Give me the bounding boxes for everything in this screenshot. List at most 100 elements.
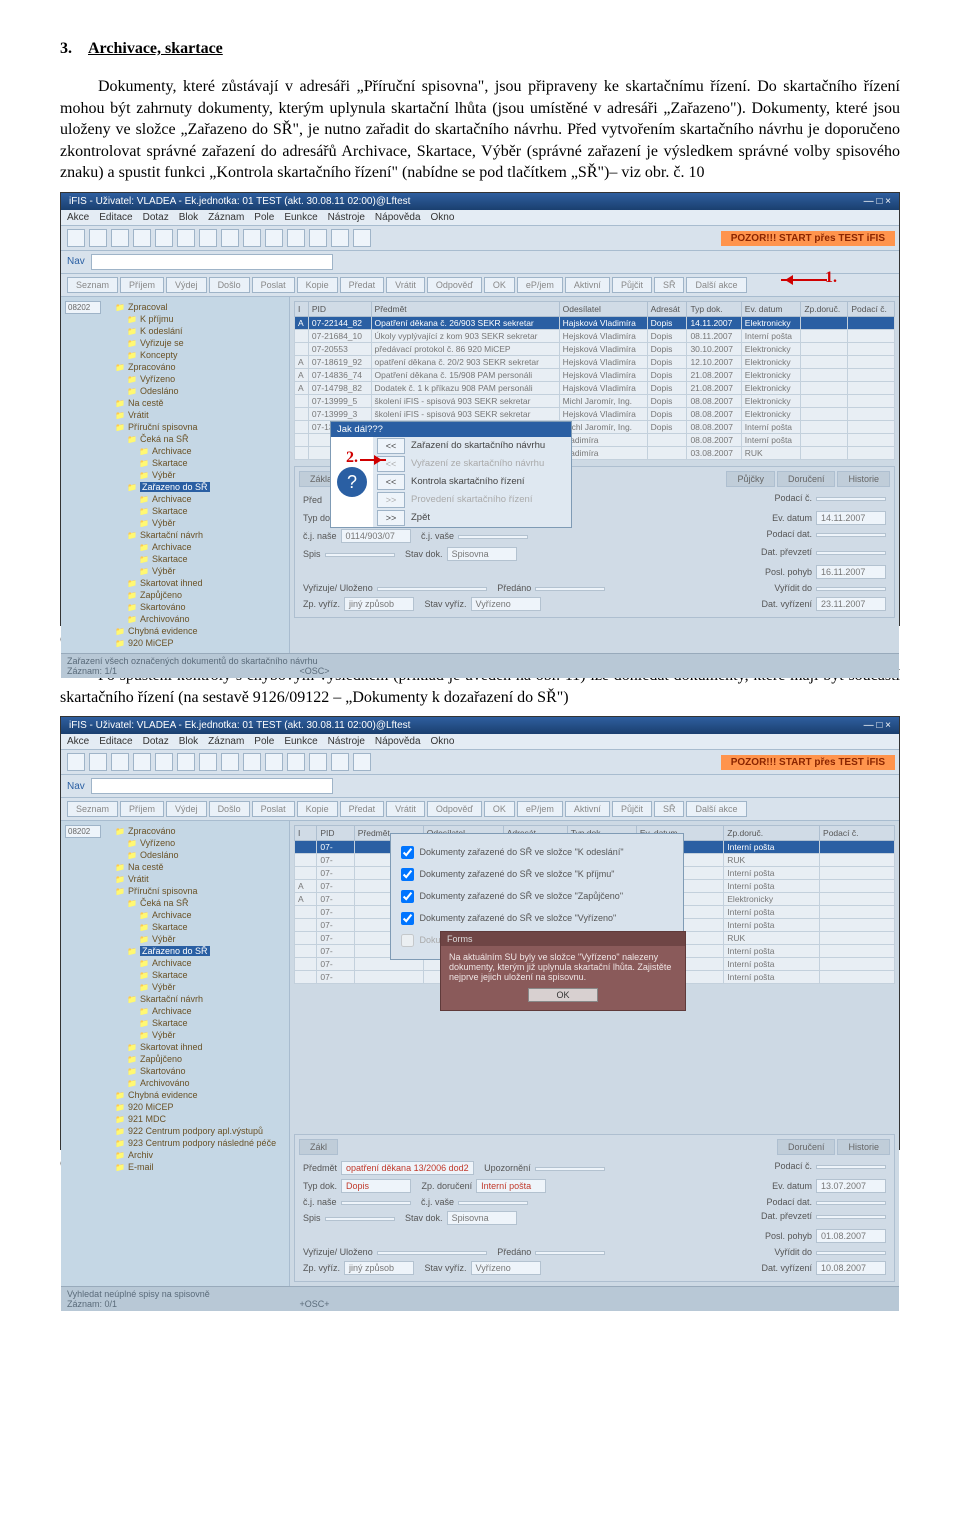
btn-aktivni[interactable]: Aktivní (565, 801, 610, 817)
btn-seznam[interactable]: Seznam (67, 277, 118, 293)
tree-node[interactable]: Odesláno (111, 385, 287, 397)
toolbar-icon[interactable] (133, 753, 151, 771)
tree-node[interactable]: K odeslání (111, 325, 287, 337)
btn-vratit[interactable]: Vrátit (386, 277, 425, 293)
tree-node[interactable]: 920 MiCEP (111, 1101, 287, 1113)
tree-node[interactable]: Vyřízeno (111, 373, 287, 385)
toolbar-icon[interactable] (177, 229, 195, 247)
tree-node[interactable]: Koncepty (111, 349, 287, 361)
btn-kopie[interactable]: Kopie (297, 801, 338, 817)
tree-node[interactable]: Archiv (111, 1149, 287, 1161)
toolbar-icon[interactable] (287, 229, 305, 247)
check-item[interactable]: Dokumenty zařazené do SŘ ve složce "Vyří… (397, 909, 677, 928)
tab-doruceni[interactable]: Doručení (777, 1139, 836, 1155)
menu-okno[interactable]: Okno (431, 212, 455, 223)
btn-vydej[interactable]: Výdej (166, 277, 207, 293)
tree-node[interactable]: Skartace (111, 1017, 287, 1029)
tree-node[interactable]: Zpracováno (111, 361, 287, 373)
tree-node[interactable]: Příruční spisovna (111, 421, 287, 433)
tree-node[interactable]: Skartace (111, 553, 287, 565)
tree-node[interactable]: Na cestě (111, 397, 287, 409)
menu-dotaz[interactable]: Dotaz (143, 212, 169, 223)
tree-node[interactable]: 921 MDC (111, 1113, 287, 1125)
tree-node[interactable]: 922 Centrum podpory apl.výstupů (111, 1125, 287, 1137)
table-row[interactable]: A07-18619_92opatření děkana č. 20/2 903 … (295, 355, 895, 368)
btn-predat[interactable]: Předat (340, 801, 385, 817)
btn-dalsi-akce[interactable]: Další akce (686, 801, 746, 817)
menu-nastroje[interactable]: Nástroje (328, 736, 365, 747)
tree-node[interactable]: E-mail (111, 1161, 287, 1173)
btn-ok[interactable]: OK (484, 801, 515, 817)
menu-editace[interactable]: Editace (99, 212, 132, 223)
popup-item[interactable]: >>Zpět (373, 509, 571, 527)
tree-node[interactable]: Archivace (111, 957, 287, 969)
toolbar-icon[interactable] (331, 229, 349, 247)
btn-ok[interactable]: OK (484, 277, 515, 293)
menu-zaznam[interactable]: Záznam (208, 736, 244, 747)
toolbar-icon[interactable] (155, 753, 173, 771)
tree-node[interactable]: Skartováno (111, 1065, 287, 1077)
tree-node[interactable]: Archivováno (111, 613, 287, 625)
menubar[interactable]: Akce Editace Dotaz Blok Záznam Pole Eunk… (61, 734, 899, 750)
menu-eunkce[interactable]: Eunkce (284, 736, 317, 747)
tree-node[interactable]: Skartovat ihned (111, 1041, 287, 1053)
toolbar-icon[interactable] (111, 229, 129, 247)
tree-node[interactable]: Na cestě (111, 861, 287, 873)
tree-node[interactable]: Čeká na SŘ (111, 897, 287, 909)
tree-node[interactable]: Odesláno (111, 849, 287, 861)
toolbar-icon[interactable] (287, 753, 305, 771)
table-row[interactable]: 07-20553předávací protokol č. 86 920 MiC… (295, 342, 895, 355)
tree-node[interactable]: Skartace (111, 457, 287, 469)
menubar[interactable]: Akce Editace Dotaz Blok Záznam Pole Eunk… (61, 210, 899, 226)
table-row[interactable]: A07-14798_82Dodatek č. 1 k příkazu 908 P… (295, 381, 895, 394)
tree-node[interactable]: Vrátit (111, 873, 287, 885)
menu-nastroje[interactable]: Nástroje (328, 212, 365, 223)
tree-node[interactable]: Čeká na SŘ (111, 433, 287, 445)
tree-node[interactable]: Zapůjčeno (111, 589, 287, 601)
menu-blok[interactable]: Blok (179, 736, 198, 747)
window-controls[interactable]: — □ × (864, 196, 891, 207)
menu-blok[interactable]: Blok (179, 212, 198, 223)
menu-pole[interactable]: Pole (254, 212, 274, 223)
tree-node[interactable]: Příruční spisovna (111, 885, 287, 897)
tree-node[interactable]: Archivace (111, 909, 287, 921)
window-controls[interactable]: — □ × (864, 720, 891, 731)
toolbar-icon[interactable] (67, 753, 85, 771)
toolbar-icon[interactable] (177, 753, 195, 771)
tab-pujcky[interactable]: Půjčky (726, 471, 775, 487)
popup-item[interactable]: >>Provedení skartačního řízení (373, 491, 571, 509)
tree-node[interactable]: Výběr (111, 933, 287, 945)
table-row[interactable]: 07-13999_5školení iFIS - spisová 903 SEK… (295, 394, 895, 407)
folder-tree[interactable]: ZpracovánoVyřízenoOdeslánoNa cestěVrátit… (105, 821, 289, 1286)
btn-pujcit[interactable]: Půjčit (612, 801, 652, 817)
tree-node[interactable]: Výběr (111, 565, 287, 577)
tree-node[interactable]: Zařazeno do SŘ (111, 481, 287, 493)
toolbar-icon[interactable] (89, 229, 107, 247)
tree-node[interactable]: K příjmu (111, 313, 287, 325)
search-input[interactable] (91, 778, 333, 794)
tab-doruceni[interactable]: Doručení (777, 471, 836, 487)
menu-eunkce[interactable]: Eunkce (284, 212, 317, 223)
toolbar-icon[interactable] (155, 229, 173, 247)
menu-dotaz[interactable]: Dotaz (143, 736, 169, 747)
btn-epjem[interactable]: eP/jem (517, 277, 563, 293)
btn-odpoved[interactable]: Odpověď (427, 277, 482, 293)
btn-predat[interactable]: Předat (340, 277, 385, 293)
toolbar-icon[interactable] (331, 753, 349, 771)
toolbar-icon[interactable] (221, 229, 239, 247)
check-item[interactable]: Dokumenty zařazené do SŘ ve složce "K př… (397, 865, 677, 884)
folder-tree[interactable]: ZpracovalK příjmuK odesláníVyřizuje seKo… (105, 297, 289, 653)
toolbar-icon[interactable] (243, 229, 261, 247)
tree-node[interactable]: Zapůjčeno (111, 1053, 287, 1065)
tree-node[interactable]: Skartace (111, 969, 287, 981)
popup-item[interactable]: <<Zařazení do skartačního návrhu (373, 437, 571, 455)
toolbar-icon[interactable] (353, 753, 371, 771)
tree-node[interactable]: Vrátit (111, 409, 287, 421)
tree-node[interactable]: Zpracoval (111, 301, 287, 313)
menu-pole[interactable]: Pole (254, 736, 274, 747)
tree-node[interactable]: Vyřízeno (111, 837, 287, 849)
check-item[interactable]: Dokumenty zařazené do SŘ ve složce "K od… (397, 843, 677, 862)
btn-sr[interactable]: SŘ (654, 277, 685, 293)
toolbar-icon[interactable] (67, 229, 85, 247)
btn-poslat[interactable]: Poslat (252, 801, 295, 817)
